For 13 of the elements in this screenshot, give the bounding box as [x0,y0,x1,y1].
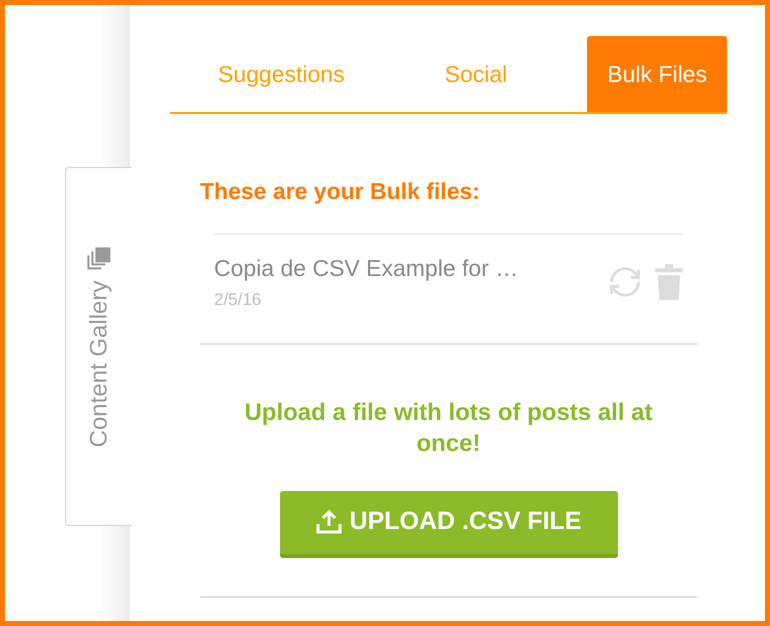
upload-prompt: Upload a file with lots of posts all at once! [243,398,654,458]
side-tab[interactable]: Content Gallery [65,167,132,526]
file-date: 2/5/16 [214,289,262,311]
upload-button[interactable]: UPLOAD .CSV FILE [280,490,618,558]
upload-icon [316,509,342,535]
section-heading: These are your Bulk files: [200,177,481,206]
tab[interactable]: Bulk Files [587,36,727,112]
tab[interactable]: Suggestions [198,36,365,112]
trash-icon[interactable] [655,264,683,300]
gallery-icon [86,246,112,272]
tab[interactable]: Social [424,36,528,112]
file-name: Copia de CSV Example for … [214,254,520,283]
side-tab-label: Content Gallery [84,280,113,447]
